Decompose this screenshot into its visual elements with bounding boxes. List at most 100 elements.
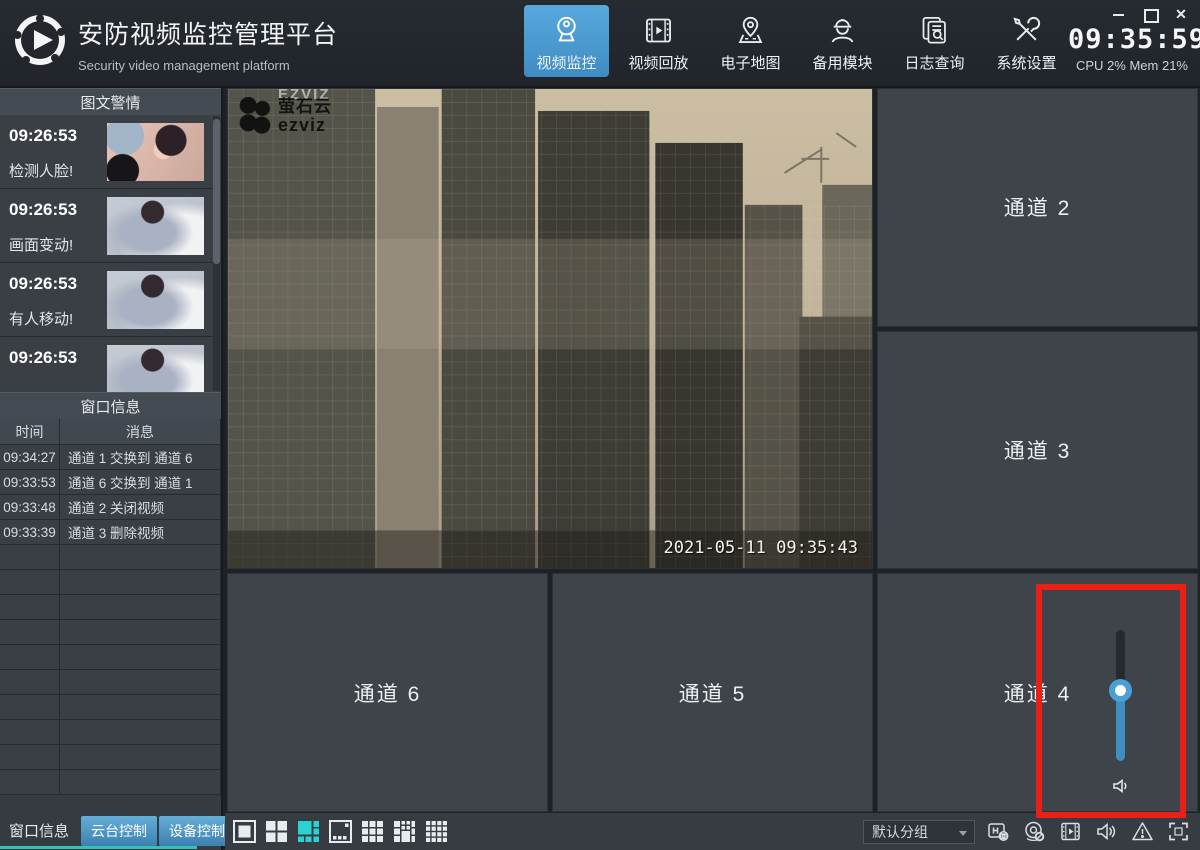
ezviz-brand-en: ezviz (278, 116, 332, 134)
alarm-thumbnail (107, 271, 204, 329)
table-row: 09:33:39 通道 3 删除视频 (0, 520, 221, 545)
main-nav: 视频监控 视频回放 电子地图 (524, 5, 1069, 77)
nav-backup-module[interactable]: 备用模块 (800, 5, 885, 77)
nav-emap[interactable]: 电子地图 (708, 5, 793, 77)
log-search-icon (918, 14, 951, 47)
toolbar-icons (987, 820, 1190, 843)
video-panel-channel-1[interactable]: EZVIZ 萤石云 ezviz 2021-05-11 09:35:43 (227, 88, 873, 569)
nav-log-query[interactable]: 日志查询 (892, 5, 977, 77)
alarm-item-motion[interactable]: 09:26:53 有人移动! (0, 263, 221, 337)
nav-video-monitor[interactable]: 视频监控 (524, 5, 609, 77)
volume-icon[interactable] (1095, 820, 1118, 843)
playback-icon (642, 14, 675, 47)
ezviz-brand-cn: 萤石云 (278, 98, 332, 115)
channel-label: 通道 4 (1004, 678, 1072, 708)
nav-label: 视频回放 (628, 52, 688, 73)
cell-message: 通道 3 删除视频 (60, 520, 221, 545)
ezviz-logo: 萤石云 ezviz (238, 97, 332, 135)
bottom-toolbar: 默认分组 (225, 812, 1200, 850)
worker-icon (826, 14, 859, 47)
window-info-title: 窗口信息 (0, 392, 221, 419)
layout-4-icon[interactable] (265, 820, 288, 843)
nav-label: 电子地图 (720, 52, 780, 73)
table-row: 09:34:27 通道 1 交换到 通道 6 (0, 445, 221, 470)
quality-icon[interactable] (987, 820, 1010, 843)
table-row-empty (0, 620, 221, 645)
alarm-time: 09:26:53 (9, 126, 77, 146)
video-panel-channel-6[interactable]: 通道 6 (227, 573, 548, 812)
channel-label: 通道 6 (354, 678, 422, 708)
tab-ptz-control[interactable]: 云台控制 (81, 816, 157, 846)
alarm-label: 画面变动! (9, 234, 73, 255)
video-timestamp: 2021-05-11 09:35:43 (664, 538, 858, 558)
volume-slider-thumb[interactable] (1109, 679, 1132, 702)
speaker-icon[interactable] (1111, 776, 1131, 796)
table-row-empty (0, 695, 221, 720)
clock-block: 09:35:59 CPU 2% Mem 21% (1068, 24, 1196, 73)
layout-8-icon[interactable] (329, 820, 352, 843)
cell-message: 通道 2 关闭视频 (60, 495, 221, 520)
tab-window-info[interactable]: 窗口信息 (0, 820, 79, 841)
minimize-icon[interactable] (1112, 7, 1126, 21)
nav-label: 备用模块 (812, 52, 872, 73)
alarm-item-scene-change[interactable]: 09:26:53 画面变动! (0, 189, 221, 263)
table-row-empty (0, 645, 221, 670)
table-row-empty (0, 770, 221, 795)
channel-label: 通道 5 (679, 678, 747, 708)
video-panel-channel-3[interactable]: 通道 3 (877, 331, 1198, 570)
app-subtitle: Security video management platform (78, 58, 338, 73)
alarm-time: 09:26:53 (9, 274, 77, 294)
layout-16-icon[interactable] (425, 820, 448, 843)
fullscreen-icon[interactable] (1167, 820, 1190, 843)
cell-time: 09:33:39 (0, 520, 60, 545)
webcam-icon (550, 14, 583, 47)
table-row-empty (0, 595, 221, 620)
video-panel-channel-5[interactable]: 通道 5 (552, 573, 873, 812)
app-logo-icon (13, 13, 67, 67)
cell-message: 通道 6 交换到 通道 1 (60, 470, 221, 495)
alarm-scrollbar (213, 116, 220, 391)
layout-13-icon[interactable] (393, 820, 416, 843)
maximize-icon[interactable] (1143, 7, 1157, 21)
table-row-empty (0, 545, 221, 570)
cell-time: 09:33:48 (0, 495, 60, 520)
tools-icon (1010, 14, 1043, 47)
layout-switcher (233, 820, 448, 843)
group-dropdown[interactable]: 默认分组 (863, 820, 975, 844)
table-header-row: 时间 消息 (0, 419, 221, 445)
table-row-empty (0, 745, 221, 770)
alarm-thumbnail (107, 345, 204, 392)
group-dropdown-value: 默认分组 (872, 822, 928, 842)
record-icon[interactable] (1059, 820, 1082, 843)
alarm-thumbnail (107, 123, 204, 181)
video-grid: EZVIZ 萤石云 ezviz 2021-05-11 09:35:43 通道 2… (225, 88, 1200, 812)
cell-time: 09:34:27 (0, 445, 60, 470)
capture-off-icon[interactable] (1023, 820, 1046, 843)
alarm-time: 09:26:53 (9, 200, 77, 220)
cityscape-video-frame (228, 89, 872, 568)
alarm-panel-title: 图文警情 (0, 88, 221, 115)
nav-label: 系统设置 (996, 52, 1056, 73)
video-panel-channel-4[interactable]: 通道 4 (877, 573, 1198, 812)
table-row: 09:33:53 通道 6 交换到 通道 1 (0, 470, 221, 495)
alarm-item-4[interactable]: 09:26:53 (0, 337, 221, 392)
sidebar: 图文警情 09:26:53 检测人脸! 09:26:53 画面变动! 09:26… (0, 88, 223, 850)
cell-time: 09:33:53 (0, 470, 60, 495)
nav-video-playback[interactable]: 视频回放 (616, 5, 701, 77)
close-icon[interactable]: ✕ (1174, 7, 1188, 21)
nav-system-settings[interactable]: 系统设置 (984, 5, 1069, 77)
cell-message: 通道 1 交换到 通道 6 (60, 445, 221, 470)
nav-label: 视频监控 (536, 52, 596, 73)
alarm-item-face[interactable]: 09:26:53 检测人脸! (0, 115, 221, 189)
alarm-scrollbar-thumb[interactable] (213, 119, 220, 264)
column-header-message: 消息 (60, 419, 221, 445)
layout-9-icon[interactable] (361, 820, 384, 843)
system-stats: CPU 2% Mem 21% (1068, 58, 1196, 73)
channel-label: 通道 2 (1004, 192, 1072, 222)
video-panel-channel-2[interactable]: 通道 2 (877, 88, 1198, 327)
layout-1-icon[interactable] (233, 820, 256, 843)
alarm-icon[interactable] (1131, 820, 1154, 843)
header: 安防视频监控管理平台 Security video management pla… (0, 0, 1200, 88)
tab-device-control[interactable]: 设备控制 (159, 816, 235, 846)
layout-6-icon[interactable] (297, 820, 320, 843)
